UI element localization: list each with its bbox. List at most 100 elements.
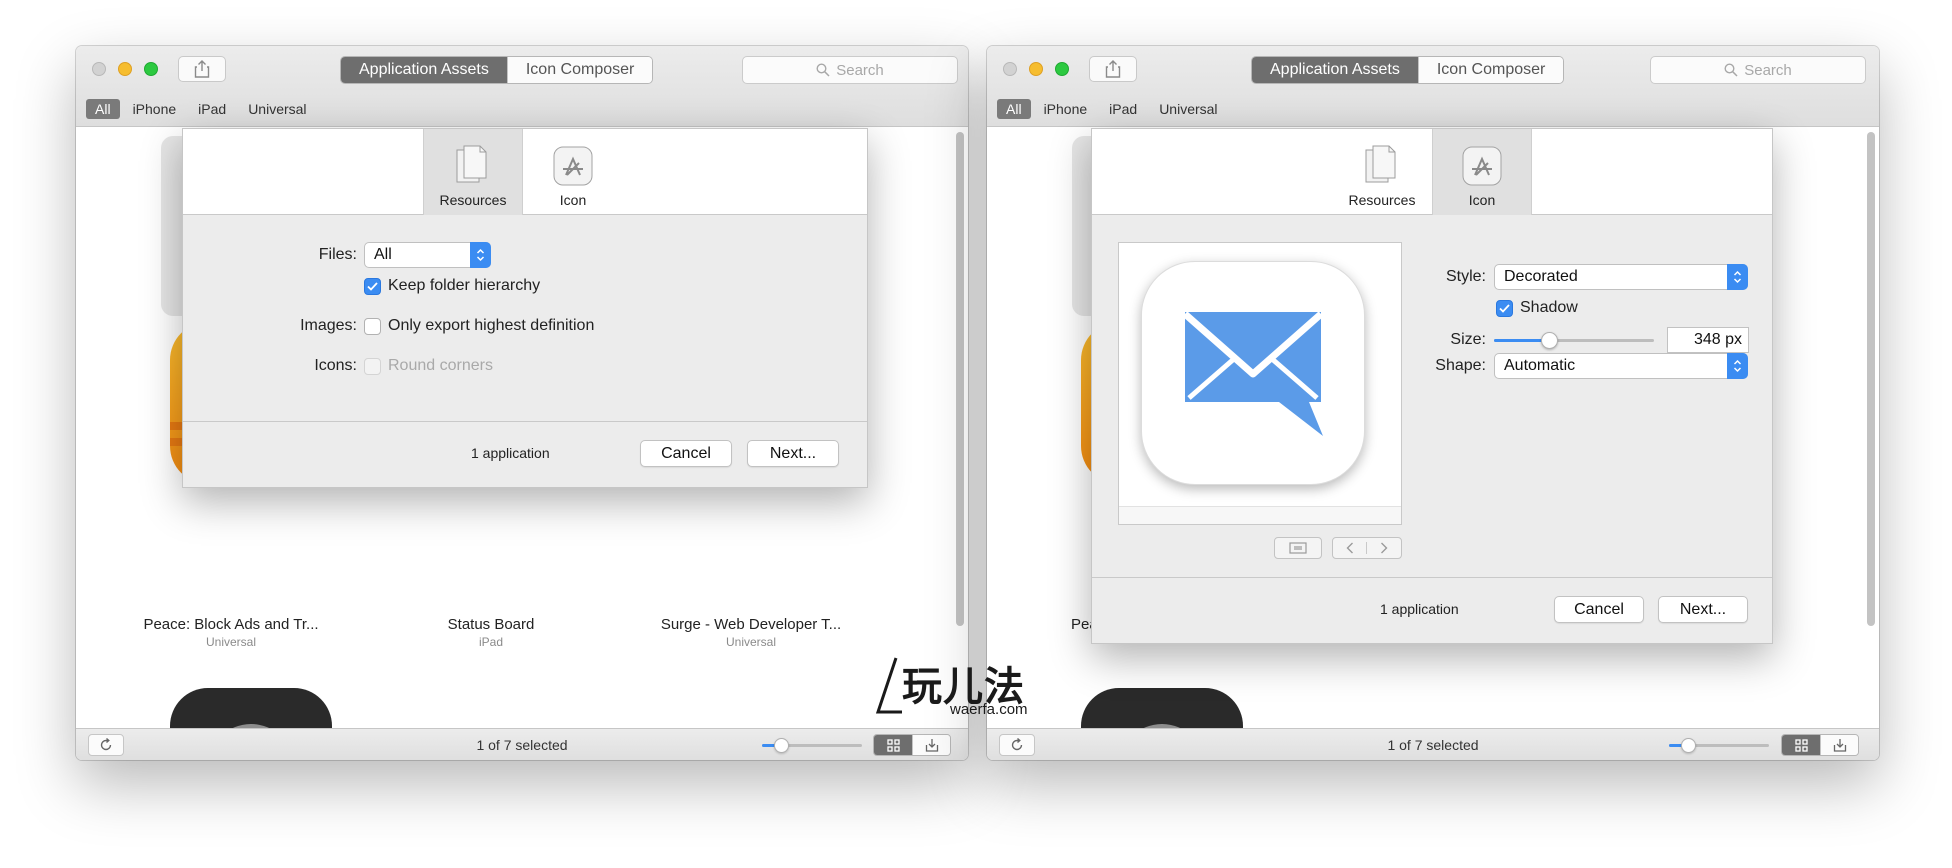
- cancel-button[interactable]: Cancel: [640, 440, 732, 467]
- cancel-button[interactable]: Cancel: [1554, 596, 1644, 623]
- device-filter-bar: All iPhone iPad Universal: [86, 99, 316, 119]
- filter-universal[interactable]: Universal: [1150, 99, 1226, 119]
- bottom-bar: 1 of 7 selected: [76, 728, 968, 760]
- tab-icon[interactable]: Icon: [1432, 129, 1532, 215]
- zoom-slider[interactable]: [1669, 738, 1769, 753]
- filter-all[interactable]: All: [86, 99, 120, 119]
- filter-iphone[interactable]: iPhone: [124, 99, 186, 119]
- filter-all[interactable]: All: [997, 99, 1031, 119]
- shadow-checkbox[interactable]: [1496, 300, 1513, 317]
- round-corners-checkbox[interactable]: [364, 358, 381, 375]
- share-icon: [1105, 60, 1121, 78]
- zoom-slider[interactable]: [762, 738, 862, 753]
- mode-segmented-control: Application Assets Icon Composer: [340, 56, 654, 84]
- keep-hierarchy-label[interactable]: Keep folder hierarchy: [388, 277, 540, 295]
- minimize-button[interactable]: [1029, 62, 1043, 76]
- tab-icon-composer[interactable]: Icon Composer: [506, 57, 653, 83]
- list-item[interactable]: Peace: Block Ads and Tr... Universal: [121, 616, 341, 649]
- tab-icon[interactable]: Icon: [523, 129, 623, 215]
- size-field[interactable]: 348 px: [1667, 327, 1749, 353]
- scrollbar[interactable]: [1867, 132, 1875, 626]
- sheet-footer: 1 application Cancel Next...: [183, 421, 867, 487]
- sheet-footer: 1 application Cancel Next...: [1092, 577, 1772, 643]
- icon-preview: [1118, 242, 1402, 525]
- watermark: 玩儿法 waerfa.com: [874, 652, 1064, 722]
- chevron-updown-icon: [1733, 270, 1742, 284]
- minimize-button[interactable]: [118, 62, 132, 76]
- round-corners-label: Round corners: [388, 357, 493, 374]
- shadow-label[interactable]: Shadow: [1520, 299, 1578, 317]
- grid-view-button[interactable]: [1782, 735, 1820, 755]
- titlebar: Application Assets Icon Composer Search …: [987, 46, 1879, 127]
- images-label: Images:: [300, 317, 357, 334]
- popup-arrows: [1727, 353, 1748, 379]
- app-device-type: Universal: [205, 635, 256, 649]
- slider-knob[interactable]: [774, 738, 789, 753]
- shape-value: Automatic: [1504, 357, 1576, 374]
- close-button[interactable]: [1003, 62, 1017, 76]
- app-name: Status Board: [447, 616, 535, 633]
- filter-ipad[interactable]: iPad: [1100, 99, 1146, 119]
- style-popup[interactable]: Decorated: [1494, 264, 1748, 290]
- filter-universal[interactable]: Universal: [239, 99, 315, 119]
- highest-definition-label[interactable]: Only export highest definition: [388, 317, 594, 335]
- bottom-bar: 1 of 7 selected: [987, 728, 1879, 760]
- app-icon-dark[interactable]: [170, 688, 332, 728]
- tab-application-assets[interactable]: Application Assets: [341, 57, 507, 83]
- zoom-button[interactable]: [1055, 62, 1069, 76]
- tab-label: Icon: [1468, 192, 1496, 208]
- share-button[interactable]: [178, 56, 226, 82]
- keep-hierarchy-checkbox[interactable]: [364, 278, 381, 295]
- next-button[interactable]: Next...: [1658, 596, 1748, 623]
- grid-view-button[interactable]: [874, 735, 912, 755]
- slider-knob[interactable]: [1541, 332, 1558, 349]
- share-icon: [194, 60, 210, 78]
- next-button[interactable]: Next...: [747, 440, 839, 467]
- list-item[interactable]: Surge - Web Developer T... Universal: [641, 616, 861, 649]
- preview-app-icon: [1141, 261, 1365, 485]
- app-name: Peace: Block Ads and Tr...: [143, 616, 319, 633]
- view-mode-control: [1781, 734, 1859, 756]
- check-icon: [1499, 304, 1510, 313]
- export-sheet: Resources Icon Files: All Keep folder hi…: [182, 128, 868, 488]
- files-popup[interactable]: All: [364, 242, 491, 268]
- tab-label: Resources: [1348, 192, 1416, 208]
- application-count: 1 application: [1380, 601, 1459, 617]
- app-device-type: Universal: [725, 635, 776, 649]
- list-item[interactable]: Status Board iPad: [381, 616, 601, 649]
- search-field[interactable]: Search: [1650, 56, 1866, 84]
- files-value: All: [374, 246, 392, 263]
- fit-preview-button[interactable]: [1274, 537, 1322, 559]
- files-label: Files:: [318, 246, 357, 263]
- tab-resources[interactable]: Resources: [1332, 129, 1432, 215]
- close-button[interactable]: [92, 62, 106, 76]
- search-field[interactable]: Search: [742, 56, 958, 84]
- app-store-icon: [553, 146, 593, 186]
- zoom-button[interactable]: [144, 62, 158, 76]
- chevron-left-icon[interactable]: [1333, 542, 1368, 554]
- scrollbar[interactable]: [956, 132, 964, 626]
- shape-popup[interactable]: Automatic: [1494, 353, 1748, 379]
- share-button[interactable]: [1089, 56, 1137, 82]
- window-icon: Application Assets Icon Composer Search …: [987, 46, 1879, 760]
- filter-iphone[interactable]: iPhone: [1035, 99, 1097, 119]
- style-value: Decorated: [1504, 268, 1578, 285]
- app-store-icon: [1462, 146, 1502, 186]
- slider-knob[interactable]: [1681, 738, 1696, 753]
- size-slider[interactable]: [1494, 332, 1654, 349]
- export-button[interactable]: [912, 735, 950, 755]
- tab-resources[interactable]: Resources: [423, 129, 523, 215]
- export-button[interactable]: [1820, 735, 1858, 755]
- mode-segmented-control: Application Assets Icon Composer: [1251, 56, 1565, 84]
- preview-scrollbar[interactable]: [1119, 506, 1401, 524]
- export-icon: [1833, 739, 1846, 752]
- chevron-right-icon[interactable]: [1367, 542, 1401, 554]
- tab-application-assets[interactable]: Application Assets: [1252, 57, 1418, 83]
- popup-arrows: [1727, 264, 1748, 290]
- app-icon-dark[interactable]: [1081, 688, 1243, 728]
- highest-definition-checkbox[interactable]: [364, 318, 381, 335]
- preview-nav-control: [1332, 537, 1402, 559]
- grid-view-icon: [1794, 738, 1808, 752]
- filter-ipad[interactable]: iPad: [189, 99, 235, 119]
- tab-icon-composer[interactable]: Icon Composer: [1417, 57, 1564, 83]
